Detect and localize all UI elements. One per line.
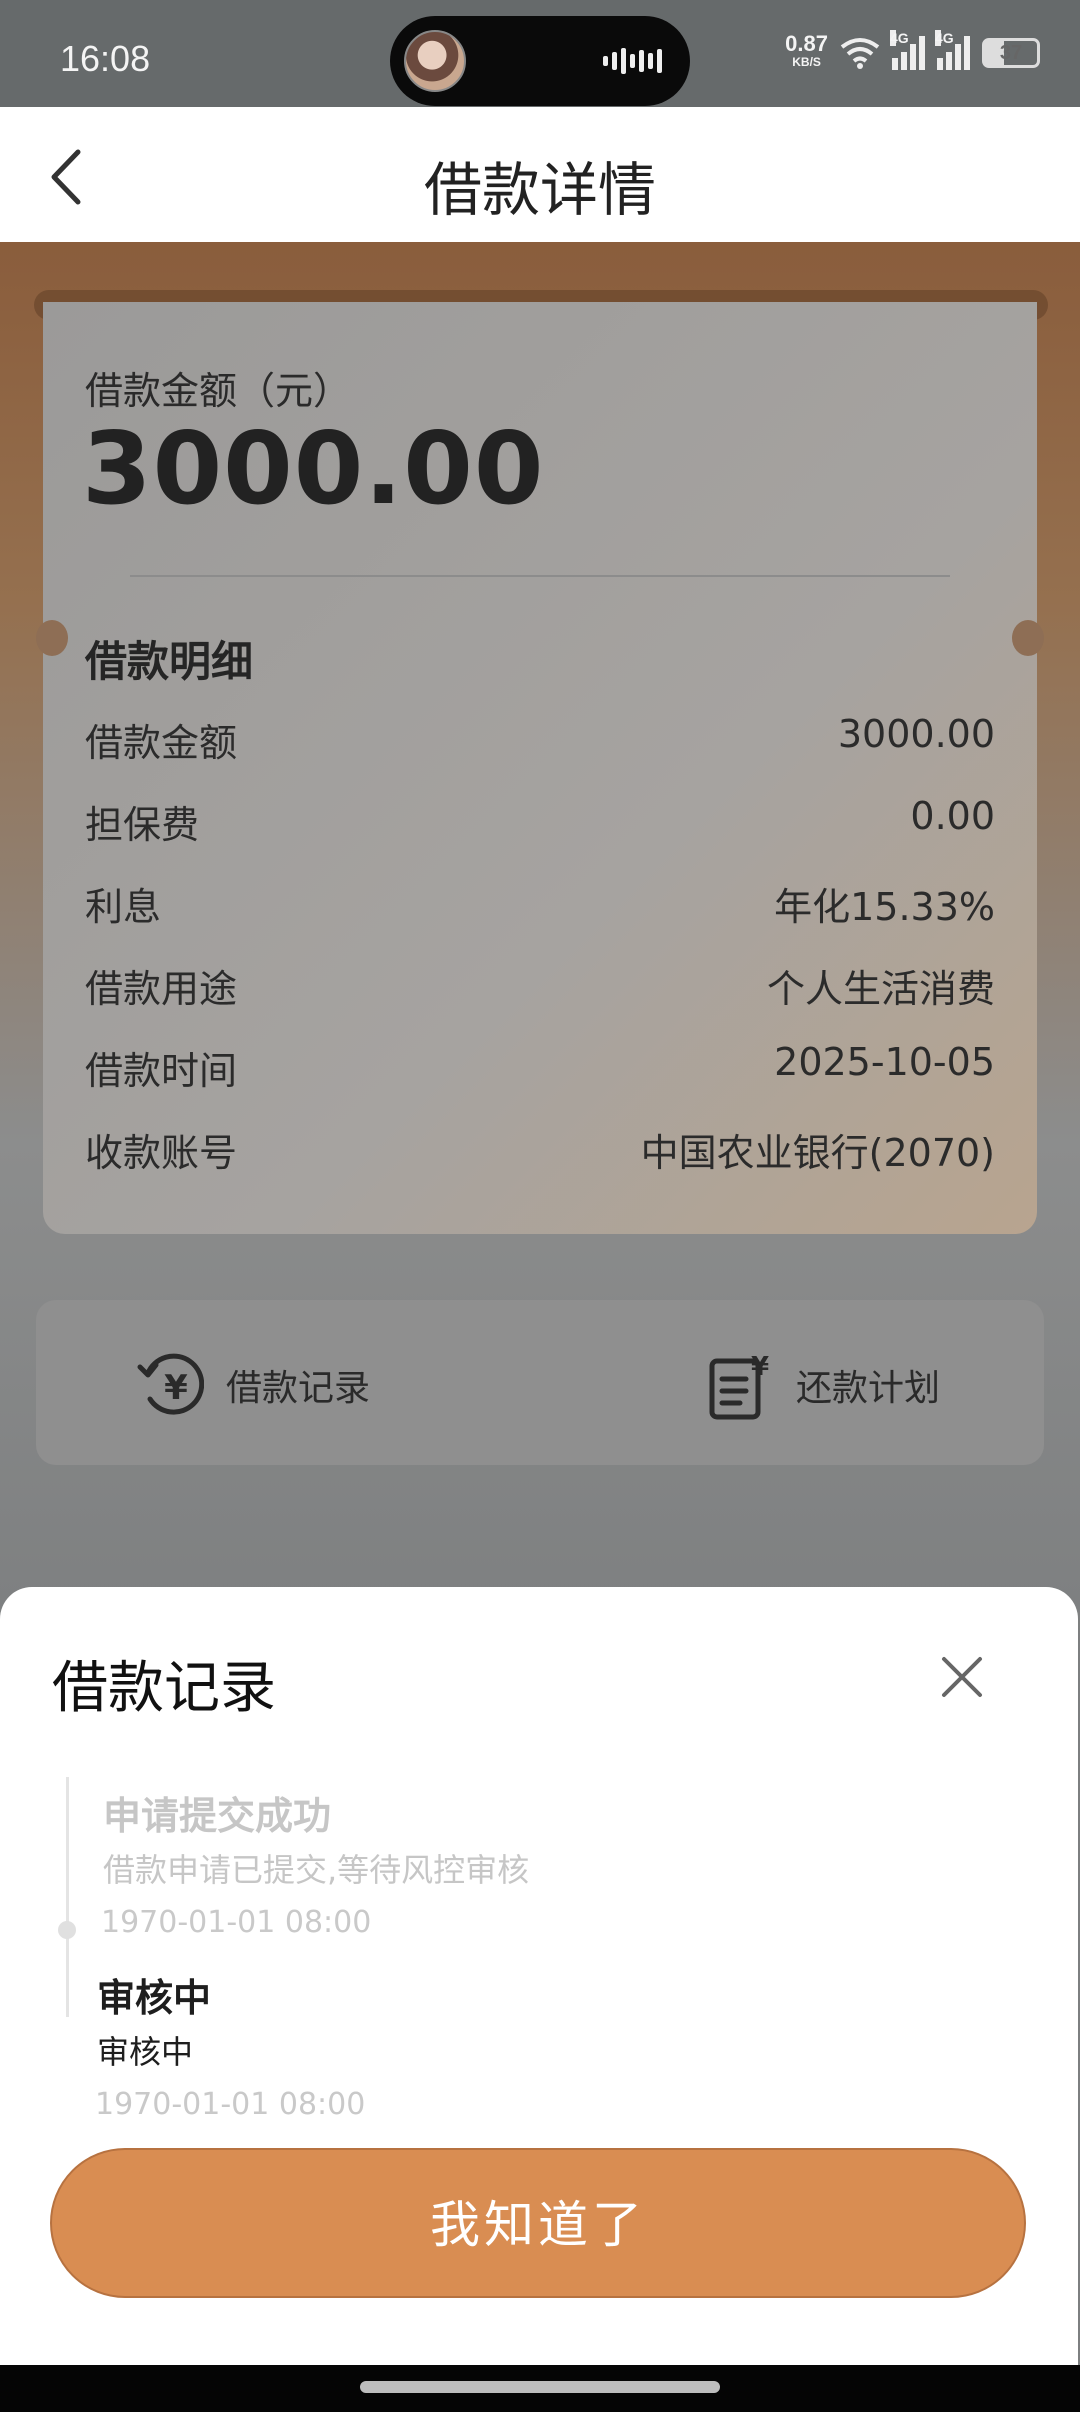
close-icon[interactable] (938, 1653, 986, 1701)
sheet-title: 借款记录 (52, 1656, 276, 1721)
detail-value: 个人生活消费 (766, 967, 995, 1011)
repayment-plan-button[interactable]: ¥ 还款计划 (706, 1345, 940, 1425)
detail-value: 3000.00 (837, 712, 995, 756)
detail-label: 借款用途 (85, 967, 238, 1011)
timeline-line (66, 1777, 69, 2017)
sim1-label: 4G (890, 30, 909, 46)
network-speed: 0.87 KB/S (785, 31, 828, 70)
repayment-list-icon: ¥ (709, 1352, 769, 1420)
repayment-plan-label: 还款计划 (796, 1368, 941, 1409)
loan-amount: 3000.00 (82, 410, 545, 527)
timeline-step-title: 申请提交成功 (103, 1794, 332, 1838)
detail-row: 担保费 0.00 (85, 794, 995, 847)
detail-value: 0.00 (910, 794, 995, 838)
detail-title: 借款明细 (85, 637, 254, 686)
home-indicator[interactable] (360, 2381, 720, 2393)
detail-row: 借款用途 个人生活消费 (85, 958, 995, 1011)
card-notch-right (1012, 620, 1044, 656)
timeline-dot (58, 1921, 76, 1939)
svg-text:¥: ¥ (164, 1368, 188, 1408)
app-header: 借款详情 (0, 107, 1080, 242)
timeline-step-time: 1970-01-01 08:00 (95, 2087, 366, 2122)
svg-text:¥: ¥ (751, 1352, 769, 1382)
detail-row: 利息 年化15.33% (85, 876, 995, 929)
wifi-icon (840, 38, 880, 69)
audio-wave-icon (603, 46, 662, 76)
dynamic-island[interactable] (390, 16, 690, 106)
signal-icon: 4G (935, 30, 970, 70)
detail-label: 利息 (85, 885, 162, 929)
timeline-step-desc: 借款申请已提交,等待风控审核 (103, 1851, 530, 1889)
status-icons: 0.87 KB/S 4G 4G 37 (785, 30, 1040, 70)
divider (130, 575, 950, 577)
net-speed-unit: KB/S (792, 55, 821, 69)
loan-records-button[interactable]: ¥ 借款记录 (136, 1345, 370, 1425)
detail-label: 借款时间 (85, 1049, 238, 1093)
avatar (404, 30, 466, 92)
loan-records-label: 借款记录 (226, 1368, 371, 1409)
system-nav-bar (0, 2365, 1080, 2412)
detail-row: 收款账号 中国农业银行(2070) (85, 1122, 995, 1175)
timeline-step-title: 审核中 (97, 1976, 212, 2020)
ok-button[interactable]: 我知道了 (50, 2148, 1026, 2298)
timeline-step-desc: 审核中 (97, 2033, 194, 2071)
timeline-step-time: 1970-01-01 08:00 (101, 1905, 372, 1940)
sim2-label: 4G (935, 30, 954, 46)
detail-label: 收款账号 (85, 1131, 238, 1175)
amount-label: 借款金额（元） (85, 369, 352, 413)
battery-level: 37 (999, 42, 1023, 64)
detail-row: 借款时间 2025-10-05 (85, 1040, 995, 1093)
detail-value: 年化15.33% (774, 885, 995, 929)
status-bar: 16:08 0.87 KB/S 4G 4G 37 (0, 0, 1080, 107)
yuan-history-icon: ¥ (137, 1353, 204, 1415)
status-time: 16:08 (60, 38, 151, 79)
card-notch-left (36, 620, 68, 656)
signal-icon: 4G (890, 30, 925, 70)
action-panel: ¥ 借款记录 ¥ 还款计划 (36, 1300, 1044, 1465)
loan-record-sheet: 借款记录 申请提交成功 借款申请已提交,等待风控审核 1970-01-01 08… (0, 1587, 1078, 2365)
page-title: 借款详情 (423, 156, 656, 224)
detail-row: 借款金额 3000.00 (85, 712, 995, 765)
detail-label: 担保费 (85, 803, 200, 847)
battery-icon: 37 (982, 38, 1040, 68)
detail-label: 借款金额 (85, 721, 238, 765)
detail-value: 中国农业银行(2070) (640, 1131, 995, 1175)
net-speed-value: 0.87 (785, 31, 828, 56)
detail-value: 2025-10-05 (774, 1040, 995, 1084)
